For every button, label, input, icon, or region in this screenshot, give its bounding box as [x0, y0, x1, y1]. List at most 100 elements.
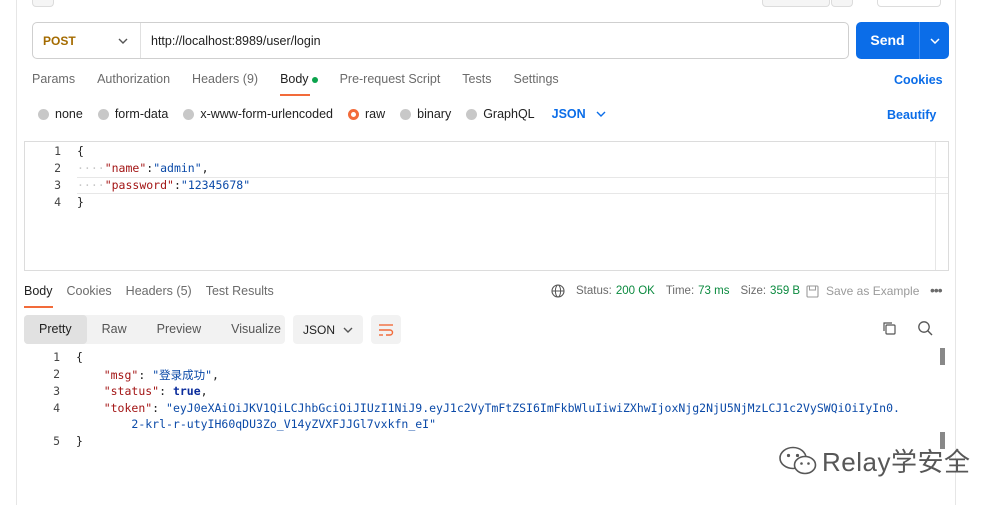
radio-label: GraphQL [483, 107, 535, 121]
code-key: "token" [103, 401, 153, 415]
radio-circle [466, 108, 478, 120]
line-number: 3 [53, 384, 60, 398]
radio-circle-selected [348, 108, 359, 120]
tab-test-results[interactable]: Test Results [206, 284, 274, 308]
chevron-down-icon [596, 111, 606, 117]
status-label: Status: [576, 285, 612, 297]
radio-graphql[interactable]: GraphQL [466, 107, 535, 121]
copy-icon[interactable] [882, 321, 896, 338]
search-icon[interactable] [917, 320, 933, 339]
tab-response-body[interactable]: Body [24, 284, 53, 308]
save-as-example-button[interactable]: Save as Example [806, 284, 919, 298]
tab-label: Body [280, 72, 309, 86]
send-button[interactable]: Send [856, 22, 949, 59]
status-value[interactable]: 200 OK [616, 285, 655, 297]
watermark: Relay学安全 [778, 442, 970, 479]
size-value[interactable]: 359 B [770, 285, 800, 297]
code-string: "eyJ0eXAiOiJKV1QiLCJhbGciOiJIUzI1NiJ9.ey… [166, 401, 900, 415]
tab-label: Params [32, 72, 76, 86]
code-key: "name" [104, 161, 147, 175]
send-label: Send [856, 22, 920, 59]
wechat-icon [779, 446, 817, 474]
chevron-down-icon [929, 37, 940, 44]
code-token: { [77, 144, 84, 158]
radio-label: raw [365, 107, 386, 121]
indent-guide: ···· [77, 178, 105, 192]
tab-label: Cookies [66, 284, 112, 298]
scrollbar-thumb[interactable] [940, 348, 945, 365]
globe-icon[interactable] [551, 284, 565, 298]
line-number: 3 [54, 178, 61, 192]
radio-label: binary [417, 107, 452, 121]
view-visualize[interactable]: Visualize [216, 315, 296, 344]
radio-binary[interactable]: binary [400, 107, 451, 121]
radio-none[interactable]: none [38, 107, 83, 121]
response-status-bar: Status: 200 OK Time: 73 ms Size: 359 B [551, 284, 800, 298]
tab-settings[interactable]: Settings [513, 72, 558, 96]
tab-authorization[interactable]: Authorization [97, 72, 170, 96]
line-number: 1 [53, 350, 60, 364]
response-body-viewer[interactable]: 1 2 3 4 5 { "msg": "登录成功", "status": tru… [24, 348, 949, 505]
radio-label: form-data [114, 107, 169, 121]
tab-label: Tests [462, 72, 492, 86]
scrollbar[interactable] [935, 142, 936, 270]
send-options-button[interactable] [920, 35, 949, 47]
wrap-lines-button[interactable] [371, 315, 401, 344]
size-label: Size: [740, 285, 767, 297]
view-pretty[interactable]: Pretty [24, 315, 87, 344]
tab-params[interactable]: Params [32, 72, 75, 96]
tab-response-headers[interactable]: Headers (5) [126, 284, 192, 308]
code-token: } [77, 195, 84, 209]
response-view-modes: Pretty Raw Preview Visualize [24, 315, 285, 344]
tab-label: Headers [125, 284, 173, 298]
tab-tests[interactable]: Tests [462, 72, 491, 96]
body-format-select[interactable]: JSON [552, 107, 606, 121]
radio-form-data[interactable]: form-data [97, 107, 169, 121]
radio-raw[interactable]: raw [348, 107, 385, 121]
top-control-stub [762, 0, 830, 7]
body-type-selector: none form-data x-www-form-urlencoded raw… [38, 107, 606, 121]
code-boolean: true [172, 384, 201, 398]
radio-x-www-form-urlencoded[interactable]: x-www-form-urlencoded [183, 107, 333, 121]
url-input[interactable]: http://localhost:8989/user/login [141, 34, 321, 48]
cookies-link[interactable]: Cookies [894, 73, 943, 87]
radio-circle [97, 108, 109, 120]
top-control-stub [32, 0, 54, 7]
tab-label: Authorization [97, 72, 171, 86]
method-label: POST [43, 33, 76, 48]
top-control-stub [877, 0, 941, 7]
body-set-indicator [311, 76, 318, 83]
chevron-down-icon [343, 327, 353, 333]
response-format-select[interactable]: JSON [293, 315, 363, 344]
request-tabs: Params Authorization Headers (9) Body Pr… [32, 72, 581, 96]
method-select[interactable]: POST [33, 23, 141, 58]
line-number: 1 [54, 144, 61, 158]
top-control-stub [831, 0, 853, 7]
tab-response-cookies[interactable]: Cookies [67, 284, 112, 308]
view-preview[interactable]: Preview [142, 315, 216, 344]
view-raw[interactable]: Raw [87, 315, 142, 344]
line-number: 2 [53, 367, 60, 381]
more-options-icon[interactable]: ••• [930, 282, 943, 298]
radio-circle [183, 108, 195, 120]
beautify-button[interactable]: Beautify [887, 108, 936, 122]
response-format-label: JSON [303, 322, 336, 337]
line-number: 5 [53, 434, 60, 448]
code-string: 2-krl-r-utyIH60qDU3Zo_V14yZVXFJJGl7vxkfn… [131, 417, 437, 431]
request-body-editor[interactable]: 1 2 3 4 { ····"name":"admin", ····"passw… [24, 141, 949, 271]
wrap-lines-icon [379, 323, 394, 336]
tab-pre-request-script[interactable]: Pre-request Script [340, 72, 441, 96]
time-value[interactable]: 73 ms [698, 285, 729, 297]
tab-label: Settings [513, 72, 559, 86]
request-url-bar: POST http://localhost:8989/user/login [32, 22, 849, 59]
chevron-down-icon [118, 38, 128, 44]
code-key: "msg" [103, 368, 139, 382]
time-label: Time: [665, 285, 695, 297]
tab-headers[interactable]: Headers (9) [192, 72, 258, 96]
radio-circle [38, 108, 49, 120]
response-tabs: Body Cookies Headers (5) Test Results [24, 284, 288, 308]
tab-label: Headers [192, 72, 240, 86]
tab-label: Test Results [205, 284, 274, 298]
tab-body[interactable]: Body [280, 72, 318, 96]
line-number: 4 [53, 401, 60, 415]
